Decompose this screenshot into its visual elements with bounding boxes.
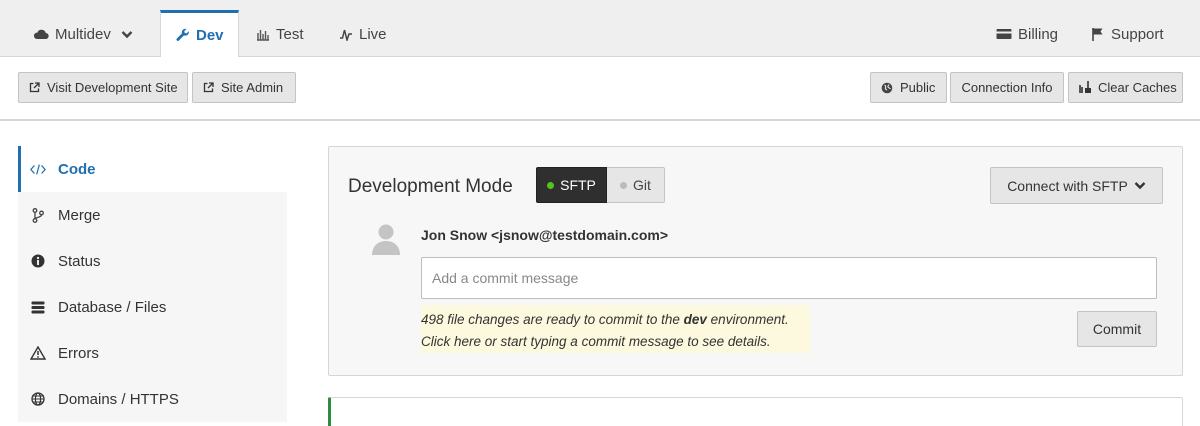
external-link-icon [203, 82, 214, 93]
sidebar-item-label: Domains / HTTPS [58, 390, 179, 408]
development-mode-title: Development Mode [348, 176, 513, 197]
tab-test[interactable]: Test [256, 11, 304, 57]
database-icon [30, 301, 46, 314]
commit-button[interactable]: Commit [1077, 311, 1157, 347]
code-icon [30, 163, 46, 176]
sidebar-item-domains-https[interactable]: Domains / HTTPS [18, 376, 287, 422]
tab-multidev[interactable]: Multidev [33, 11, 133, 57]
avatar [371, 222, 401, 256]
connection-info-button[interactable]: Connection Info [950, 72, 1064, 103]
sidebar-item-label: Database / Files [58, 298, 167, 316]
sidebar-item-code[interactable]: Code [18, 146, 287, 192]
pulse-icon [339, 28, 353, 41]
tab-live[interactable]: Live [339, 11, 387, 57]
chevron-down-icon [121, 30, 133, 39]
environment-nav: Multidev Dev Test Live Billing Support [0, 0, 1200, 57]
support-label: Support [1111, 25, 1164, 43]
notice-environment: dev [683, 312, 707, 327]
notice-line-1: 498 file changes are ready to commit to … [421, 309, 810, 331]
info-icon [30, 254, 46, 268]
tab-label: Dev [196, 26, 224, 44]
sidebar-item-label: Merge [58, 206, 101, 224]
sidebar-item-database-files[interactable]: Database / Files [18, 284, 287, 330]
active-dot-icon [547, 181, 555, 189]
notice-line-2: Click here or start typing a commit mess… [421, 334, 771, 349]
tab-dev[interactable]: Dev [160, 10, 239, 57]
connect-label: Connect with SFTP [1007, 177, 1128, 194]
sidebar-item-label: Status [58, 252, 101, 270]
notice-text: 498 file changes are ready to commit to … [421, 312, 684, 327]
sidebar-item-status[interactable]: Status [18, 238, 287, 284]
commit-message-input[interactable] [421, 257, 1157, 299]
next-panel [328, 397, 1183, 426]
commit-author: Jon Snow <jsnow@testdomain.com> [421, 227, 669, 243]
wrench-icon [176, 28, 190, 42]
cloud-icon [33, 28, 49, 40]
flag-icon [1091, 27, 1105, 41]
tab-label: Test [276, 25, 304, 43]
billing-label: Billing [1018, 25, 1059, 43]
warning-icon [30, 346, 46, 360]
globe-icon [30, 392, 46, 406]
site-toolbar: Visit Development Site Site Admin Public… [0, 57, 1200, 121]
git-mode-button[interactable]: Git [607, 167, 665, 203]
public-label: Public [900, 80, 936, 95]
support-link[interactable]: Support [1091, 11, 1164, 57]
sidebar-item-merge[interactable]: Merge [18, 192, 287, 238]
public-button[interactable]: Public [870, 72, 947, 103]
clear-label: Clear Caches [1098, 80, 1177, 95]
git-label: Git [633, 177, 651, 193]
inactive-dot-icon [620, 181, 628, 189]
visit-development-site-button[interactable]: Visit Development Site [18, 72, 188, 103]
branch-icon [30, 207, 46, 223]
sidebar-item-errors[interactable]: Errors [18, 330, 287, 376]
visit-label: Visit Development Site [47, 80, 178, 95]
credit-card-icon [996, 28, 1012, 40]
external-link-icon [29, 82, 40, 93]
bar-chart-icon [256, 28, 270, 41]
tab-label: Multidev [55, 25, 111, 43]
admin-label: Site Admin [221, 80, 284, 95]
sftp-label: SFTP [560, 177, 596, 193]
sidebar-item-label: Errors [58, 344, 99, 362]
sidebar-item-label: Code [58, 160, 96, 178]
connect-with-sftp-button[interactable]: Connect with SFTP [990, 167, 1163, 204]
clear-caches-button[interactable]: Clear Caches [1068, 72, 1183, 103]
mode-toggle: SFTP Git [536, 167, 665, 203]
chevron-down-icon [1134, 181, 1146, 190]
notice-text: environment. [706, 312, 789, 327]
sftp-mode-button[interactable]: SFTP [536, 167, 607, 203]
site-admin-button[interactable]: Site Admin [192, 72, 296, 103]
broom-icon [1079, 81, 1091, 94]
connection-label: Connection Info [961, 80, 1053, 95]
development-mode-panel: Development Mode SFTP Git Connect with S… [328, 146, 1183, 376]
billing-link[interactable]: Billing [996, 11, 1058, 57]
globe-icon [881, 82, 893, 94]
tab-label: Live [359, 25, 387, 43]
pending-changes-notice[interactable]: 498 file changes are ready to commit to … [421, 305, 810, 353]
